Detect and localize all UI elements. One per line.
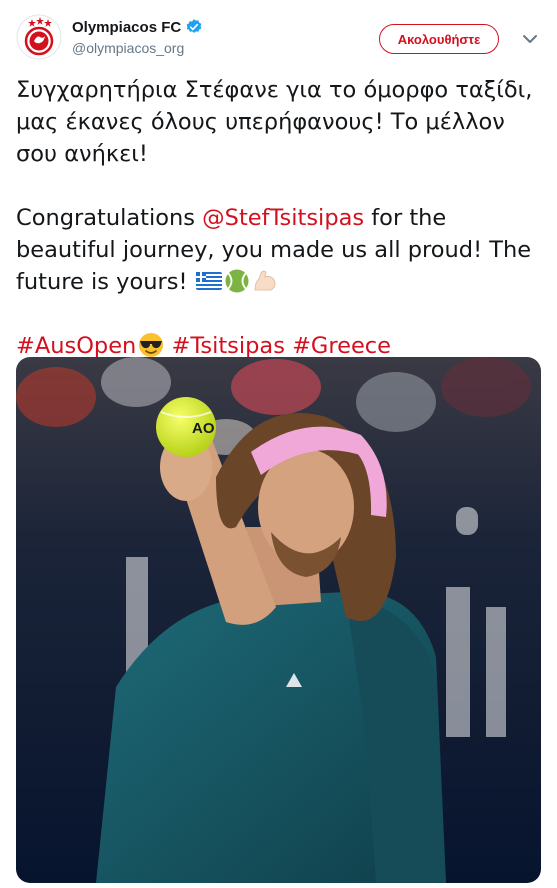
sunglasses-face-icon [136, 332, 164, 358]
mention-link[interactable]: @StefTsitsipas [202, 205, 364, 231]
hashtag-tsitsipas[interactable]: #Tsitsipas [171, 333, 284, 359]
ball-logo-text: AO [192, 420, 215, 437]
account-handle[interactable]: @olympiacos_org [72, 40, 203, 56]
olympiacos-crest-icon[interactable] [16, 14, 62, 60]
follow-button[interactable]: Ακολουθήστε [379, 24, 499, 54]
tweet-photo[interactable]: AO [16, 357, 541, 883]
tennis-ball-icon [223, 268, 251, 294]
english-prefix: Congratulations [16, 205, 203, 231]
hashtag-greece[interactable]: #Greece [292, 333, 391, 359]
tweet-header: Olympiacos FC @olympiacos_org Ακολουθήστ… [16, 14, 541, 62]
tweet-text: Συγχαρητήρια Στέφανε για το όμορφο ταξίδ… [16, 74, 546, 394]
verified-badge-icon [185, 18, 203, 36]
photo-tennis-player: AO [16, 357, 541, 883]
chevron-down-icon[interactable] [519, 28, 541, 50]
hashtag-ausopen[interactable]: #AusOpen [16, 333, 136, 359]
greece-flag-icon [195, 268, 223, 294]
tweet-english-text: Congratulations @StefTsitsipas for the b… [16, 202, 546, 298]
flexed-biceps-icon [251, 268, 279, 294]
display-name[interactable]: Olympiacos FC [72, 19, 181, 36]
tweet-greek-text: Συγχαρητήρια Στέφανε για το όμορφο ταξίδ… [16, 77, 533, 167]
